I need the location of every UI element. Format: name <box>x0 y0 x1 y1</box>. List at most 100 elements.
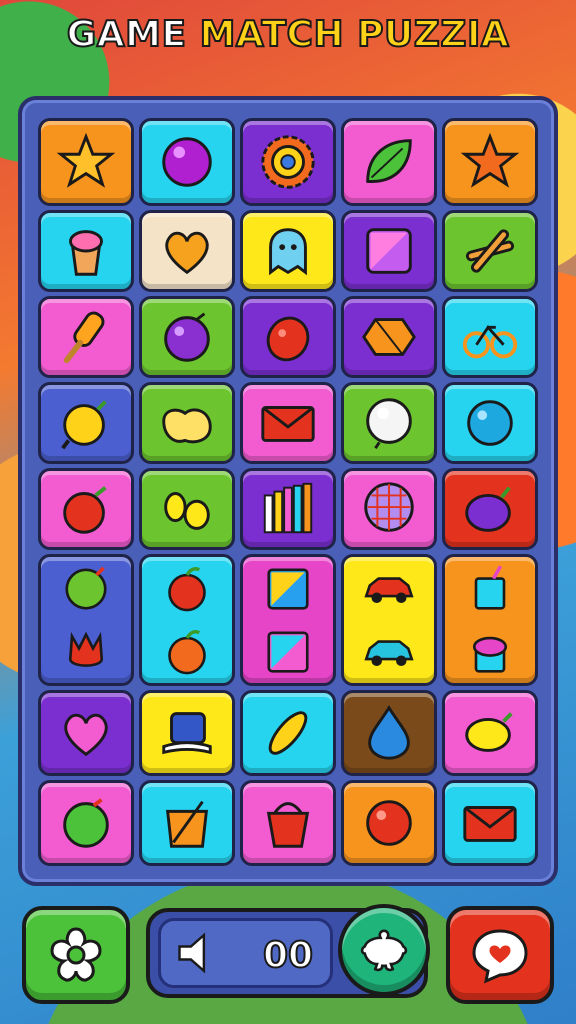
red-envelope-icon <box>463 806 517 842</box>
game-title: GAME MATCH PUZZIA <box>0 13 576 56</box>
star-icon <box>460 132 520 188</box>
tile-red-envelope[interactable] <box>442 780 538 866</box>
envelope-icon <box>261 406 315 442</box>
tile-cross-stick[interactable] <box>442 210 538 292</box>
gear-icon <box>261 135 315 189</box>
tulip-icon <box>68 631 104 667</box>
tile-green-tomato[interactable] <box>38 780 134 866</box>
water-drop-icon <box>368 705 410 760</box>
tile-gear[interactable] <box>240 118 336 206</box>
tile-water-drop[interactable] <box>341 690 437 776</box>
tile-plum[interactable] <box>139 296 235 378</box>
flower-icon <box>50 927 102 982</box>
bar-pattern-icon <box>263 482 313 534</box>
tile-corn[interactable] <box>240 690 336 776</box>
score-value: 00 <box>262 934 314 977</box>
square-gem-icon <box>366 228 412 274</box>
bicycle-icon <box>462 324 518 359</box>
score-display: 00 <box>158 918 333 988</box>
cyan-pink-square-icon <box>267 630 309 673</box>
chat-button[interactable] <box>446 906 554 1004</box>
purple-ball-icon <box>162 137 212 187</box>
tile-red-ball[interactable] <box>341 780 437 866</box>
tile-square-pair[interactable] <box>240 554 336 686</box>
pink-heart-icon <box>64 713 108 757</box>
tile-eggs[interactable] <box>139 468 235 550</box>
tile-car-pair[interactable] <box>341 554 437 686</box>
heart-icon <box>165 231 209 275</box>
tile-bicycle[interactable] <box>442 296 538 378</box>
green-tomato-icon <box>63 798 109 848</box>
tile-lime-tulip[interactable] <box>38 554 134 686</box>
tile-eggplant[interactable] <box>442 468 538 550</box>
tile-star[interactable] <box>38 118 134 206</box>
tile-tomato[interactable] <box>38 468 134 550</box>
chat-bubble-icon <box>472 929 528 984</box>
leaf-icon <box>366 139 412 183</box>
onion-icon <box>61 400 107 450</box>
tile-hexagon-candy[interactable] <box>341 296 437 378</box>
pearl-icon <box>366 398 412 449</box>
tile-ghost[interactable] <box>240 210 336 292</box>
tile-heart[interactable] <box>139 210 235 292</box>
tile-balloon[interactable] <box>341 468 437 550</box>
tile-ice-cream[interactable] <box>38 210 134 292</box>
tile-onion[interactable] <box>38 382 134 464</box>
cap-icon <box>162 712 212 755</box>
tile-pink-heart[interactable] <box>38 690 134 776</box>
ghost-icon <box>269 228 307 276</box>
red-car-icon <box>364 576 414 603</box>
tile-duck[interactable] <box>139 382 235 464</box>
orange-apple-icon <box>168 629 206 674</box>
eggs-icon <box>164 492 210 530</box>
drink-cup-icon <box>474 564 506 610</box>
blue-car-icon <box>364 639 414 666</box>
plum-icon <box>164 312 210 362</box>
tile-envelope[interactable] <box>240 382 336 464</box>
tomato-icon <box>63 486 107 534</box>
speaker-icon[interactable] <box>173 927 225 979</box>
ice-cream-icon <box>69 230 103 276</box>
turtle-button[interactable] <box>338 904 430 996</box>
shopping-bag-icon <box>166 800 208 848</box>
tile-purple-ball[interactable] <box>139 118 235 206</box>
tile-popsicle[interactable] <box>38 296 134 378</box>
tile-cup-pair[interactable] <box>442 554 538 686</box>
tile-blue-ball[interactable] <box>442 382 538 464</box>
turtle-icon <box>360 929 408 972</box>
berry-icon <box>266 316 310 362</box>
blue-ball-icon <box>467 400 513 446</box>
eggplant-icon <box>465 486 511 532</box>
duck-icon <box>162 408 212 444</box>
corn-icon <box>268 711 308 755</box>
tile-shopping-bag[interactable] <box>139 780 235 866</box>
tile-berry[interactable] <box>240 296 336 378</box>
puzzle-board <box>18 96 558 886</box>
star-icon <box>56 132 116 188</box>
tile-bucket[interactable] <box>240 780 336 866</box>
tile-pearl[interactable] <box>341 382 437 464</box>
tile-leaf[interactable] <box>341 118 437 206</box>
popsicle-icon <box>63 311 105 364</box>
tile-square-gem[interactable] <box>341 210 437 292</box>
bucket-icon <box>266 802 310 848</box>
title-word-3: PUZZIA <box>356 13 510 56</box>
tile-star-2[interactable] <box>442 118 538 206</box>
red-ball-icon <box>366 800 412 846</box>
balloon-icon <box>364 482 414 532</box>
apple-icon <box>168 566 206 611</box>
hexagon-candy-icon <box>362 318 416 356</box>
bottom-bar: 00 <box>0 900 576 1024</box>
tile-lemon[interactable] <box>442 690 538 776</box>
score-panel: 00 <box>146 904 430 998</box>
lime-icon <box>65 566 107 610</box>
tile-bar-pattern[interactable] <box>240 468 336 550</box>
flower-button[interactable] <box>22 906 130 1004</box>
cupcake-icon <box>472 636 508 673</box>
yellow-blue-square-icon <box>267 567 309 610</box>
lemon-icon <box>465 712 513 752</box>
tile-apple-pair[interactable] <box>139 554 235 686</box>
title-word-1: GAME <box>66 13 187 56</box>
cross-stick-icon <box>465 229 515 273</box>
tile-cap[interactable] <box>139 690 235 776</box>
